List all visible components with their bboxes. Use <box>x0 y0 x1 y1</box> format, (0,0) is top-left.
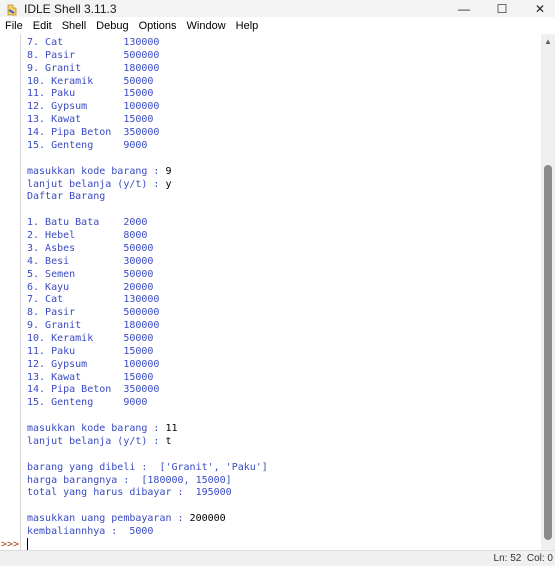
window-title: IDLE Shell 3.11.3 <box>24 1 117 16</box>
prompt-gutter <box>0 34 21 550</box>
shell-output-text: 11. Paku 15000 <box>27 88 154 100</box>
shell-output-text: harga barangnya : [180000, 15000] <box>27 474 232 486</box>
shell-output-text: 1. Batu Bata 2000 <box>27 217 148 229</box>
shell-output-text: 8. Pasir 500000 <box>27 307 160 319</box>
shell-line: barang yang dibeli : ['Granit', 'Paku'] <box>27 461 268 474</box>
shell-text-area[interactable]: 7. Cat 130000 8. Pasir 500000 9. Granit 18… <box>21 34 540 550</box>
shell-line: 10. Keramik 50000 <box>27 332 153 345</box>
shell-line: 1. Batu Bata 2000 <box>27 216 147 229</box>
text-cursor <box>27 538 28 550</box>
shell-output-text: kembaliannhya : 5000 <box>27 526 154 538</box>
shell-line: masukkan kode barang : 11 <box>27 422 178 435</box>
shell-output-text: 12. Gypsum 100000 <box>27 101 160 113</box>
shell-output-text: masukkan kode barang : <box>27 423 166 435</box>
status-bar: Ln: 52 Col: 0 <box>0 550 555 566</box>
shell-line: 5. Semen 50000 <box>27 268 153 281</box>
shell-output-text: 2. Hebel 8000 <box>27 230 148 242</box>
cursor-position: Ln: 52 Col: 0 <box>493 553 553 564</box>
maximize-button[interactable]: ☐ <box>479 0 525 17</box>
shell-prompt: >>> <box>1 539 20 550</box>
shell-line: 7. Cat 130000 <box>27 36 159 49</box>
shell-line: 12. Gypsum 100000 <box>27 358 159 371</box>
shell-output-text: 9. Granit 180000 <box>27 62 160 74</box>
shell-line: 8. Pasir 500000 <box>27 49 159 62</box>
shell-line: harga barangnya : [180000, 15000] <box>27 474 232 487</box>
shell-output-text: 10. Keramik 50000 <box>27 75 154 87</box>
shell-output-text: 4. Besi 30000 <box>27 255 154 267</box>
shell-output-text: 7. Cat 130000 <box>27 294 160 306</box>
shell-user-input: 200000 <box>189 513 226 525</box>
shell-line: 3. Asbes 50000 <box>27 242 153 255</box>
shell-output-text: 14. Pipa Beton 350000 <box>27 384 160 396</box>
shell-line: 9. Granit 180000 <box>27 319 159 332</box>
menu-help[interactable]: Help <box>231 20 264 32</box>
shell-output-text: masukkan kode barang : <box>27 165 166 177</box>
shell-user-input: y <box>165 178 172 190</box>
shell-line: kembaliannhya : 5000 <box>27 525 153 538</box>
shell-line: total yang harus dibayar : 195000 <box>27 486 232 499</box>
shell-line: 4. Besi 30000 <box>27 255 153 268</box>
menu-bar: File Edit Shell Debug Options Window Hel… <box>0 17 555 34</box>
shell-line: 11. Paku 15000 <box>27 87 153 100</box>
menu-options[interactable]: Options <box>134 20 182 32</box>
shell-line: 2. Hebel 8000 <box>27 229 147 242</box>
shell-output-text: 15. Genteng 9000 <box>27 397 148 409</box>
shell-output-text: 12. Gypsum 100000 <box>27 358 160 370</box>
shell-output-text: 13. Kawat 15000 <box>27 371 154 383</box>
shell-output-text: total yang harus dibayar : 195000 <box>27 487 232 499</box>
shell-output-text: Daftar Barang <box>27 191 106 203</box>
shell-line: 15. Genteng 9000 <box>27 139 147 152</box>
shell-line: 13. Kawat 15000 <box>27 113 153 126</box>
menu-shell[interactable]: Shell <box>57 20 91 32</box>
shell-user-input: 11 <box>165 423 178 435</box>
shell-output-text: barang yang dibeli : ['Granit', 'Paku'] <box>27 461 268 473</box>
shell-user-input: 9 <box>165 165 172 177</box>
menu-window[interactable]: Window <box>182 20 231 32</box>
shell-line: lanjut belanja (y/t) : t <box>27 435 172 448</box>
title-bar: IDLE Shell 3.11.3 — ☐ ✕ <box>0 0 555 17</box>
shell-output-text: 9. Granit 180000 <box>27 320 160 332</box>
menu-file[interactable]: File <box>0 20 28 32</box>
shell-output-text: 11. Paku 15000 <box>27 345 154 357</box>
scroll-up-arrow-icon[interactable]: ▲ <box>541 34 555 48</box>
close-button[interactable]: ✕ <box>525 0 555 17</box>
shell-line: lanjut belanja (y/t) : y <box>27 178 172 191</box>
menu-edit[interactable]: Edit <box>28 20 57 32</box>
shell-output-text: 8. Pasir 500000 <box>27 49 160 61</box>
menu-debug[interactable]: Debug <box>91 20 133 32</box>
shell-line: 6. Kayu 20000 <box>27 281 153 294</box>
shell-line: 15. Genteng 9000 <box>27 396 147 409</box>
shell-line: 14. Pipa Beton 350000 <box>27 126 159 139</box>
shell-line: Daftar Barang <box>27 190 105 203</box>
shell-line: 12. Gypsum 100000 <box>27 100 159 113</box>
shell-output-text: 14. Pipa Beton 350000 <box>27 127 160 139</box>
shell-output-text: lanjut belanja (y/t) : <box>27 435 166 447</box>
shell-line: masukkan kode barang : 9 <box>27 165 172 178</box>
shell-output-text: lanjut belanja (y/t) : <box>27 178 166 190</box>
shell-output-text: 3. Asbes 50000 <box>27 242 154 254</box>
shell-line: 11. Paku 15000 <box>27 345 153 358</box>
shell-user-input: t <box>165 435 172 447</box>
shell-output-text: 6. Kayu 20000 <box>27 281 154 293</box>
shell-line: 10. Keramik 50000 <box>27 75 153 88</box>
shell-output-text: 7. Cat 130000 <box>27 37 160 48</box>
shell-output-text: 5. Semen 50000 <box>27 268 154 280</box>
shell-line: 7. Cat 130000 <box>27 293 159 306</box>
shell-line: 9. Granit 180000 <box>27 62 159 75</box>
scrollbar-thumb[interactable] <box>544 165 552 540</box>
shell-output-text: masukkan uang pembayaran : <box>27 513 190 525</box>
vertical-scrollbar[interactable]: ▲ <box>541 34 555 550</box>
idle-app-icon <box>6 3 18 15</box>
shell-output-text: 13. Kawat 15000 <box>27 114 154 126</box>
shell-line: 14. Pipa Beton 350000 <box>27 383 159 396</box>
shell-output-text: 10. Keramik 50000 <box>27 333 154 344</box>
shell-line: masukkan uang pembayaran : 200000 <box>27 512 226 525</box>
shell-output-text: 15. Genteng 9000 <box>27 139 148 151</box>
shell-line: 13. Kawat 15000 <box>27 371 153 384</box>
shell-line: 8. Pasir 500000 <box>27 306 159 319</box>
